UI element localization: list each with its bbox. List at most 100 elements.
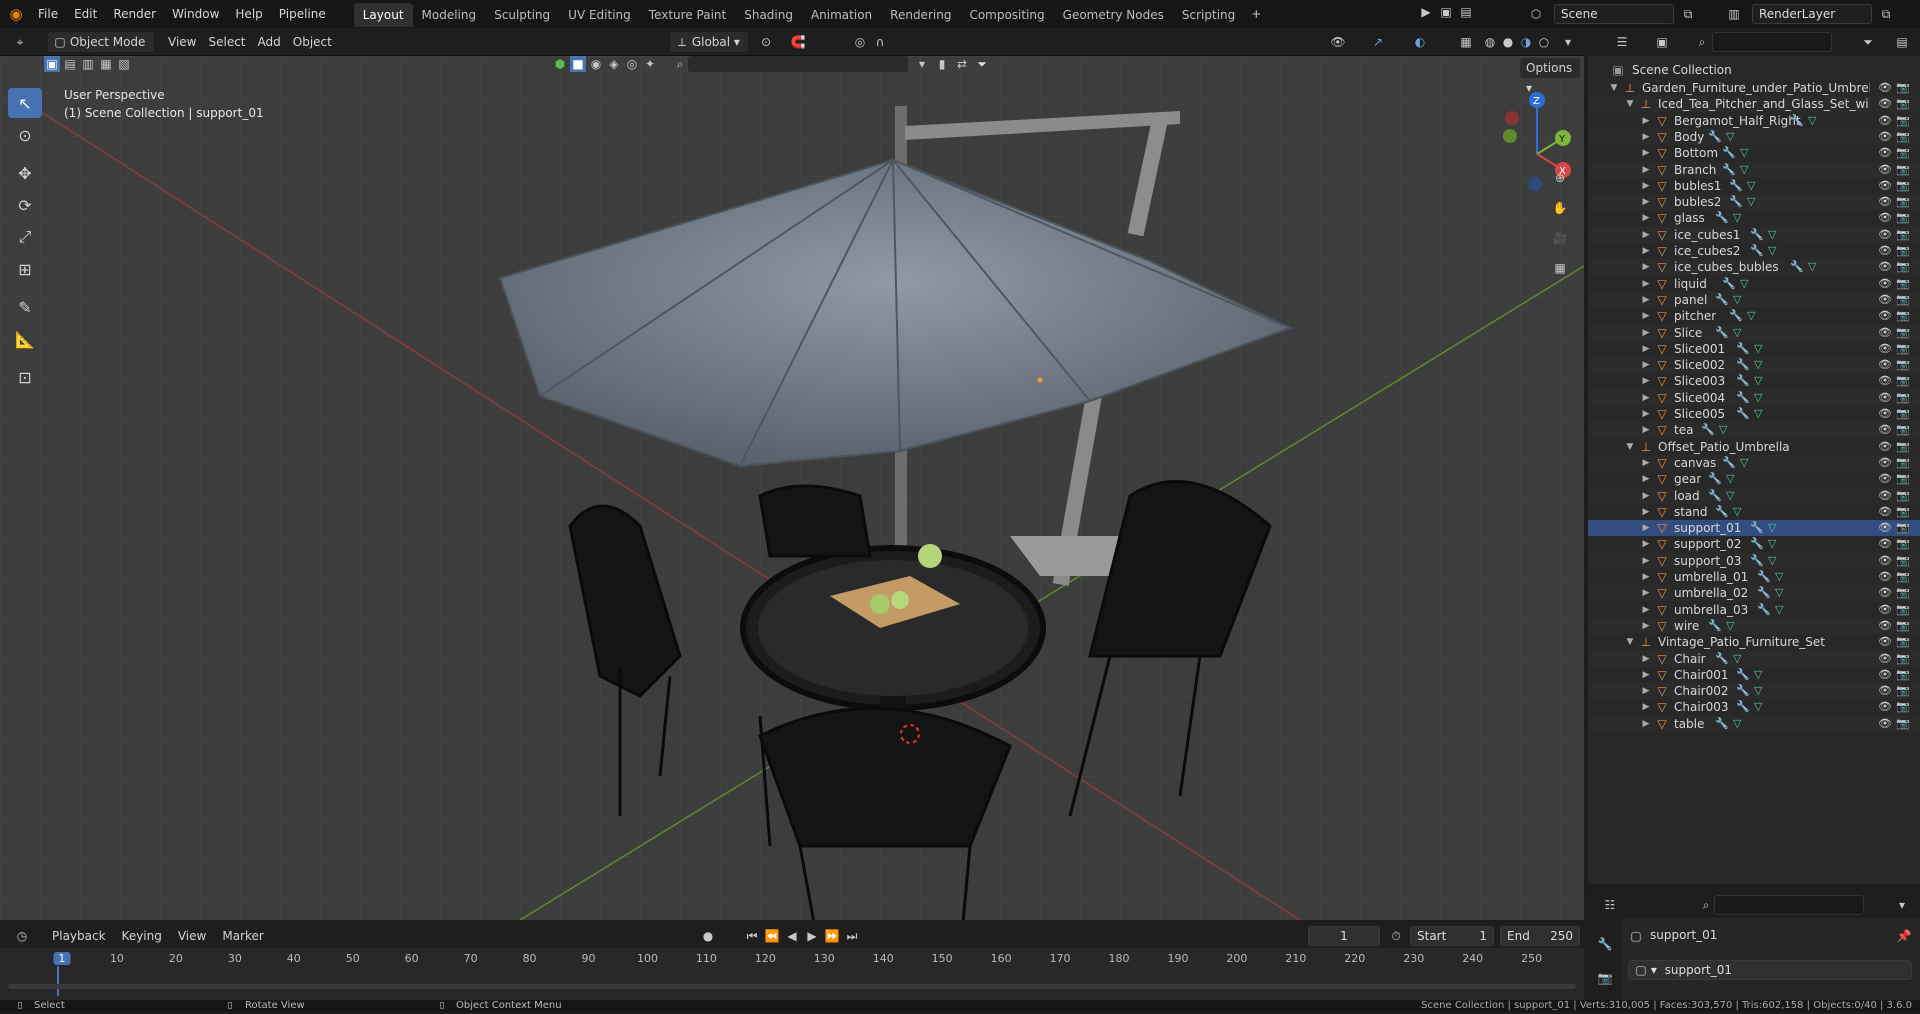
expand-arrow-icon[interactable]: ▶ (1640, 178, 1652, 194)
visibility-eye-icon[interactable]: 👁 (1878, 373, 1892, 389)
render-camera-icon[interactable]: 📷 (1896, 471, 1910, 487)
start-frame-field[interactable]: Start 1 (1410, 926, 1494, 946)
select-invert-icon[interactable]: ▦ (98, 56, 114, 72)
collapse-arrow-icon[interactable]: ▼ (1624, 96, 1636, 112)
proportional-edit-icon[interactable]: ◎ (852, 34, 868, 50)
timeline-menu-playback[interactable]: Playback (46, 926, 116, 946)
mesh-data-icon[interactable]: ▽ (1733, 716, 1741, 732)
expand-arrow-icon[interactable]: ▶ (1640, 536, 1652, 552)
outliner-row-panel[interactable]: ▶ ▽ panel 🔧 ▽ 👁 📷 (1588, 291, 1920, 308)
mesh-data-icon[interactable]: ▽ (1754, 406, 1762, 422)
modifier-wrench-icon[interactable]: 🔧 (1708, 129, 1722, 145)
properties-search-icon[interactable]: ⌕ (1698, 897, 1714, 913)
expand-arrow-icon[interactable]: ▶ (1640, 602, 1652, 618)
rotate-tool-icon[interactable]: ⟳ (8, 190, 42, 220)
render-play-icon[interactable]: ▶ (1418, 4, 1434, 20)
outliner-row-ice-cubes-bubles[interactable]: ▶ ▽ ice_cubes_bubles 🔧 ▽ 👁 📷 (1588, 259, 1920, 276)
options-dropdown[interactable]: Options ▾ (1520, 58, 1580, 95)
visibility-icon[interactable]: 👁 (1330, 34, 1346, 50)
timeline-scrollbar[interactable] (8, 984, 1576, 989)
expand-arrow-icon[interactable]: ▶ (1640, 520, 1652, 536)
visibility-eye-icon[interactable]: 👁 (1878, 80, 1892, 96)
render-camera-icon[interactable]: 📷 (1896, 276, 1910, 292)
tab-geometry-nodes[interactable]: Geometry Nodes (1054, 3, 1173, 27)
scale-tool-icon[interactable]: ⤢ (8, 222, 42, 252)
render-camera-icon[interactable]: 📷 (1896, 651, 1910, 667)
modifier-wrench-icon[interactable]: 🔧 (1790, 259, 1804, 275)
visibility-eye-icon[interactable]: 👁 (1878, 129, 1892, 145)
collapse-arrow-icon[interactable]: ▼ (1624, 439, 1636, 455)
outliner-search-field[interactable] (1712, 32, 1832, 52)
properties-search-field[interactable] (1714, 895, 1864, 915)
jump-start-icon[interactable]: ⏮ (744, 928, 760, 944)
outliner-row-slice005[interactable]: ▶ ▽ Slice005 🔧 ▽ 👁 📷 (1588, 406, 1920, 422)
visibility-eye-icon[interactable]: 👁 (1878, 634, 1892, 650)
tab-scripting[interactable]: Scripting (1173, 3, 1244, 27)
mesh-data-icon[interactable]: ▽ (1740, 145, 1748, 161)
menu-help[interactable]: Help (227, 0, 270, 28)
modifier-wrench-icon[interactable]: 🔧 (1750, 243, 1764, 259)
expand-arrow-icon[interactable]: ▶ (1640, 699, 1652, 715)
display-mode-icon[interactable]: ▣ (1654, 34, 1670, 50)
filter-color-icon[interactable]: ⬢ (552, 56, 568, 72)
visibility-eye-icon[interactable]: 👁 (1878, 292, 1892, 308)
timeline-menu-keying[interactable]: Keying (116, 926, 172, 946)
modifier-wrench-icon[interactable]: 🔧 (1757, 585, 1771, 601)
outliner-row-chair003[interactable]: ▶ ▽ Chair003 🔧 ▽ 👁 📷 (1588, 699, 1920, 715)
visibility-eye-icon[interactable]: 👁 (1878, 488, 1892, 504)
mesh-data-icon[interactable]: ▽ (1747, 178, 1755, 194)
expand-arrow-icon[interactable]: ▶ (1640, 406, 1652, 422)
viewport-menu-add[interactable]: Add (252, 32, 287, 52)
mesh-data-icon[interactable]: ▽ (1768, 243, 1776, 259)
visibility-eye-icon[interactable]: 👁 (1878, 178, 1892, 194)
render-camera-icon[interactable]: 📷 (1896, 210, 1910, 226)
render-camera-icon[interactable]: 📷 (1896, 455, 1910, 471)
visibility-eye-icon[interactable]: 👁 (1878, 667, 1892, 683)
modifier-wrench-icon[interactable]: 🔧 (1736, 357, 1750, 373)
preview-range-icon[interactable]: ⏱ (1388, 928, 1404, 944)
modifier-wrench-icon[interactable]: 🔧 (1736, 341, 1750, 357)
auto-keying-icon[interactable]: ● (700, 928, 716, 944)
render-camera-icon[interactable]: 📷 (1896, 553, 1910, 569)
select-extend-icon[interactable]: ▤ (62, 56, 78, 72)
tab-rendering[interactable]: Rendering (881, 3, 960, 27)
outliner-row-umbrella-03[interactable]: ▶ ▽ umbrella_03 🔧 ▽ 👁 📷 (1588, 602, 1920, 618)
tab-shading[interactable]: Shading (735, 3, 802, 27)
jump-end-icon[interactable]: ⏭ (844, 928, 860, 944)
mesh-data-icon[interactable]: ▽ (1754, 683, 1762, 699)
outliner-row-support-01[interactable]: ▶ ▽ support_01 🔧 ▽ 👁 📷 (1588, 520, 1920, 537)
object-name-field[interactable]: ▢ ▾ support_01 (1628, 960, 1912, 980)
outliner-row-slice[interactable]: ▶ ▽ Slice 🔧 ▽ 👁 📷 (1588, 324, 1920, 341)
annotate-tool-icon[interactable]: ✎ (8, 292, 42, 322)
viewport-scene[interactable]: Z Y X (0, 56, 1584, 920)
mesh-data-icon[interactable]: ▽ (1726, 471, 1734, 487)
select-intersect-icon[interactable]: ▧ (116, 56, 132, 72)
outliner-row-offset-patio-umbrella[interactable]: ▼ ⊥ Offset_Patio_Umbrella 👁 📷 (1588, 439, 1920, 455)
collapse-arrow-icon[interactable]: ▼ (1608, 80, 1620, 96)
pin-icon[interactable]: 📌 (1896, 928, 1912, 944)
render-camera-icon[interactable]: 📷 (1896, 96, 1910, 112)
outliner-row-support-02[interactable]: ▶ ▽ support_02 🔧 ▽ 👁 📷 (1588, 536, 1920, 552)
mesh-data-icon[interactable]: ▽ (1775, 602, 1783, 618)
collapse-arrow-icon[interactable]: ▼ (1624, 634, 1636, 650)
modifier-wrench-icon[interactable]: 🔧 (1701, 422, 1715, 438)
tab-uv-editing[interactable]: UV Editing (559, 3, 640, 27)
outliner-row-wire[interactable]: ▶ ▽ wire 🔧 ▽ 👁 📷 (1588, 617, 1920, 634)
expand-arrow-icon[interactable]: ▶ (1640, 145, 1652, 161)
modifier-wrench-icon[interactable]: 🔧 (1722, 145, 1736, 161)
outliner-row-vintage-patio-furniture-set[interactable]: ▼ ⊥ Vintage_Patio_Furniture_Set 👁 📷 (1588, 634, 1920, 650)
visibility-eye-icon[interactable]: 👁 (1878, 210, 1892, 226)
render-camera-icon[interactable]: 📷 (1896, 292, 1910, 308)
menu-render[interactable]: Render (105, 0, 164, 28)
playhead-line[interactable] (57, 966, 59, 996)
viewport-search-icon[interactable]: ⌕ (672, 56, 688, 72)
scene-name-field[interactable]: Scene (1554, 4, 1674, 24)
mesh-data-icon[interactable]: ▽ (1747, 308, 1755, 324)
pan-hand-icon[interactable]: ✋ (1552, 200, 1568, 216)
visibility-eye-icon[interactable]: 👁 (1878, 553, 1892, 569)
expand-arrow-icon[interactable]: ▶ (1640, 651, 1652, 667)
visibility-eye-icon[interactable]: 👁 (1878, 96, 1892, 112)
modifier-wrench-icon[interactable]: 🔧 (1750, 227, 1764, 243)
expand-arrow-icon[interactable]: ▶ (1640, 455, 1652, 471)
add-workspace-icon[interactable]: + (1248, 6, 1264, 22)
